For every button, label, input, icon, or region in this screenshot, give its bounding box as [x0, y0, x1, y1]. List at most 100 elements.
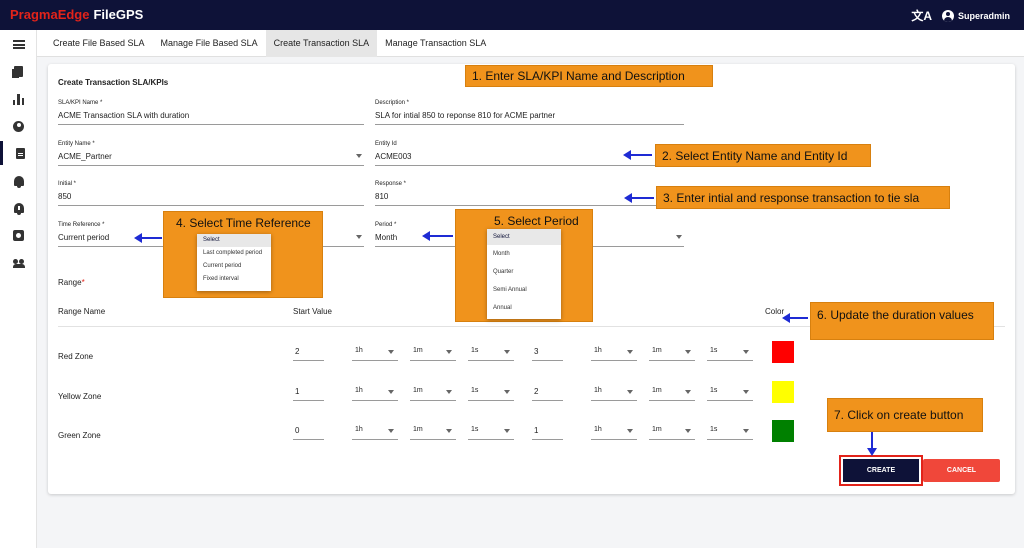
range-required-mark: * [81, 278, 85, 287]
tab-create-transaction-sla[interactable]: Create Transaction SLA [265, 30, 378, 57]
start-m-value: 1m [413, 347, 423, 354]
chevron-down-icon [685, 350, 691, 354]
start-h-select[interactable]: 1h [352, 426, 398, 440]
start-m-select[interactable]: 1m [410, 347, 456, 361]
user-menu[interactable]: Superadmin [941, 9, 1010, 22]
tab-create-file-sla[interactable]: Create File Based SLA [45, 30, 153, 57]
time-ref-option-1[interactable]: Last completed period [197, 247, 271, 260]
end-s-value: 1s [710, 426, 718, 433]
end-h-select[interactable]: 1h [591, 426, 637, 440]
end-h-value: 1h [594, 426, 602, 433]
create-button[interactable]: CREATE [843, 459, 919, 482]
entity-id-input[interactable]: ACME003 [375, 152, 411, 161]
response-field[interactable]: Response * 810 [375, 181, 684, 206]
sidebar-item-settings[interactable] [0, 223, 37, 247]
sidebar-menu-button[interactable] [0, 32, 37, 56]
end-s-value: 1s [710, 347, 718, 354]
menu-icon [12, 39, 25, 49]
sidebar-item-reports[interactable] [0, 87, 37, 111]
end-m-value: 1m [652, 426, 662, 433]
alert-bell-icon [13, 203, 24, 215]
start-value-text: 0 [295, 426, 300, 435]
step7-arrow-icon [867, 432, 877, 456]
period-option-0[interactable]: Select [487, 229, 561, 245]
sla-name-field[interactable]: SLA/KPI Name * ACME Transaction SLA with… [58, 100, 364, 125]
sla-name-input[interactable]: ACME Transaction SLA with duration [58, 111, 189, 120]
start-s-select[interactable]: 1s [468, 347, 514, 361]
period-option-1[interactable]: Month [487, 245, 561, 263]
time-ref-option-3[interactable]: Fixed interval [197, 273, 271, 286]
form-title: Create Transaction SLA/KPIs [58, 78, 169, 87]
end-h-select[interactable]: 1h [591, 347, 637, 361]
period-option-4[interactable]: Annual [487, 299, 561, 317]
end-s-select[interactable]: 1s [707, 347, 753, 361]
chevron-down-icon [627, 390, 633, 394]
start-h-value: 1h [355, 347, 363, 354]
end-s-select[interactable]: 1s [707, 387, 753, 401]
time-ref-option-2[interactable]: Current period [197, 260, 271, 273]
tab-manage-file-sla[interactable]: Manage File Based SLA [153, 30, 266, 57]
period-value[interactable]: Month [375, 233, 397, 242]
start-value-input[interactable]: 0 [293, 426, 324, 440]
sla-name-label: SLA/KPI Name * [58, 100, 103, 106]
end-value-input[interactable]: 3 [532, 347, 563, 361]
start-m-select[interactable]: 1m [410, 387, 456, 401]
sidebar-item-files[interactable] [0, 59, 37, 83]
cancel-button[interactable]: CANCEL [923, 459, 1000, 482]
start-value-input[interactable]: 1 [293, 387, 324, 401]
time-ref-option-0[interactable]: Select [197, 234, 271, 247]
sidebar-item-accounts[interactable] [0, 114, 37, 138]
chevron-down-icon [446, 429, 452, 433]
account-icon [13, 120, 24, 132]
step7-callout: 7. Click on create button [827, 398, 983, 432]
period-option-2[interactable]: Quarter [487, 263, 561, 281]
step4-callout-text: 4. Select Time Reference [176, 216, 311, 230]
zone-color-swatch[interactable] [772, 381, 794, 403]
entity-id-field[interactable]: Entity Id ACME003 [375, 141, 684, 166]
response-input[interactable]: 810 [375, 192, 388, 201]
period-option-3[interactable]: Semi Annual [487, 281, 561, 299]
start-h-value: 1h [355, 426, 363, 433]
document-icon [15, 147, 25, 159]
tab-manage-transaction-sla[interactable]: Manage Transaction SLA [377, 30, 494, 57]
start-s-select[interactable]: 1s [468, 426, 514, 440]
step3-callout: 3. Enter intial and response transaction… [656, 186, 950, 209]
end-value-input[interactable]: 1 [532, 426, 563, 440]
initial-field[interactable]: Initial * 850 [58, 181, 364, 206]
settings-box-icon [13, 229, 24, 241]
sidebar-item-alerts[interactable] [0, 169, 37, 193]
chevron-down-icon [388, 429, 394, 433]
chevron-down-icon [504, 390, 510, 394]
start-value-input[interactable]: 2 [293, 347, 324, 361]
start-h-select[interactable]: 1h [352, 347, 398, 361]
end-s-select[interactable]: 1s [707, 426, 753, 440]
sidebar-item-alert-rules[interactable] [0, 196, 37, 220]
step6-arrow-icon [782, 313, 808, 323]
description-field[interactable]: Description * SLA for intial 850 to repo… [375, 100, 684, 125]
end-m-select[interactable]: 1m [649, 426, 695, 440]
chevron-down-icon [627, 350, 633, 354]
zone-color-swatch[interactable] [772, 420, 794, 442]
chevron-down-icon [388, 350, 394, 354]
description-input[interactable]: SLA for intial 850 to reponse 810 for AC… [375, 111, 555, 120]
entity-name-value[interactable]: ACME_Partner [58, 152, 112, 161]
end-m-select[interactable]: 1m [649, 387, 695, 401]
sidebar-item-sla[interactable] [0, 141, 37, 165]
description-label: Description * [375, 100, 410, 106]
zone-color-swatch[interactable] [772, 341, 794, 363]
entity-name-label: Entity Name * [58, 141, 95, 147]
sidebar-item-users[interactable] [0, 251, 37, 275]
brand-logo[interactable]: PragmaEdge FileGPS [10, 7, 143, 22]
time-reference-value[interactable]: Current period [58, 233, 109, 242]
start-h-select[interactable]: 1h [352, 387, 398, 401]
time-reference-dropdown: Select Last completed period Current per… [197, 234, 271, 291]
start-s-select[interactable]: 1s [468, 387, 514, 401]
entity-name-select[interactable]: Entity Name * ACME_Partner [58, 141, 364, 166]
end-h-select[interactable]: 1h [591, 387, 637, 401]
initial-input[interactable]: 850 [58, 192, 71, 201]
end-m-select[interactable]: 1m [649, 347, 695, 361]
start-m-select[interactable]: 1m [410, 426, 456, 440]
end-s-value: 1s [710, 387, 718, 394]
end-value-input[interactable]: 2 [532, 387, 563, 401]
translate-icon[interactable]: 文A [911, 7, 932, 24]
